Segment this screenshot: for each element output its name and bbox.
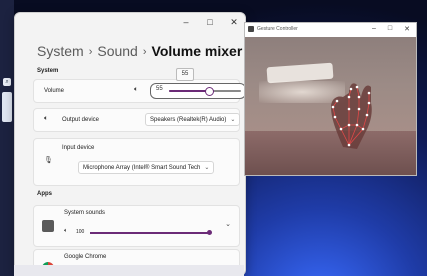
output-device-label: Output device <box>62 117 100 123</box>
app-volume-value: 100 <box>76 229 85 235</box>
gesture-controller-window: Gesture Controller – □ ✕ <box>244 22 417 176</box>
sidebar-nav-highlight[interactable] <box>2 92 12 122</box>
gesture-titlebar: Gesture Controller – □ ✕ <box>245 23 416 38</box>
output-device-value: Speakers (Realtek(R) Audio) <box>150 117 227 123</box>
window-controls: – □ ✕ <box>181 17 239 28</box>
breadcrumb-separator: › <box>88 46 93 58</box>
minimize-button[interactable]: – <box>372 25 376 33</box>
app-name: Google Chrome <box>64 254 107 260</box>
volume-tooltip: 55 <box>176 68 194 81</box>
microphone-icon: 🎙︎ <box>44 157 53 164</box>
breadcrumb-separator: › <box>142 46 147 58</box>
minimize-button[interactable]: – <box>181 17 191 28</box>
search-icon[interactable]: ⌕ <box>3 78 11 86</box>
section-label-apps: Apps <box>37 191 52 197</box>
chevron-down-icon: ⌄ <box>204 165 210 171</box>
volume-slider[interactable]: 55 <box>150 83 245 99</box>
section-label-system: System <box>37 68 59 74</box>
hand-landmarks-overlay <box>331 83 372 149</box>
input-device-value: Microphone Array (Intel® Smart Sound Tec… <box>83 165 201 171</box>
breadcrumb-sound[interactable]: Sound <box>97 43 137 59</box>
volume-value: 55 <box>156 86 163 92</box>
system-sounds-icon <box>42 220 54 232</box>
taskbar <box>14 265 244 276</box>
close-button[interactable]: ✕ <box>404 25 410 33</box>
volume-label: Volume <box>44 88 65 94</box>
volume-track[interactable] <box>169 87 241 96</box>
volume-card: Volume 🔈︎ 55 <box>33 79 245 103</box>
left-panel-strip: ⌕ <box>0 0 14 276</box>
app-volume-thumb[interactable] <box>207 230 212 235</box>
volume-fill <box>169 90 209 92</box>
gesture-window-title: Gesture Controller <box>257 26 298 32</box>
close-button[interactable]: ✕ <box>229 17 239 28</box>
page-title: Volume mixer <box>151 43 243 59</box>
breadcrumb-system[interactable]: System <box>37 43 84 59</box>
maximize-button[interactable]: □ <box>388 25 392 33</box>
speaker-output-icon: 🔈︎ <box>44 115 49 122</box>
speaker-icon[interactable]: 🔈︎ <box>134 86 138 94</box>
output-device-dropdown[interactable]: Speakers (Realtek(R) Audio) ⌄ <box>145 113 241 126</box>
app-card-system-sounds: System sounds 🔈︎ 100 ⌄ <box>33 205 240 247</box>
chevron-down-icon[interactable]: ⌄ <box>225 220 231 228</box>
input-device-card: 🎙︎ Input device Microphone Array (Intel®… <box>33 138 240 186</box>
volume-thumb[interactable] <box>204 87 214 96</box>
app-icon <box>248 26 254 32</box>
chevron-down-icon: ⌄ <box>230 117 236 123</box>
speaker-icon[interactable]: 🔈︎ <box>64 228 68 235</box>
settings-window: – □ ✕ System › Sound › Volume mixer System V… <box>14 12 246 276</box>
output-device-card: 🔈︎ Output device Speakers (Realtek(R) Au… <box>33 108 241 132</box>
app-volume-fill <box>90 232 210 234</box>
camera-feed <box>245 37 416 175</box>
breadcrumb: System › Sound › Volume mixer <box>37 43 242 59</box>
input-device-label: Input device <box>62 145 95 151</box>
app-volume-slider[interactable] <box>90 230 212 235</box>
gesture-window-controls: – □ ✕ <box>372 25 410 33</box>
app-name: System sounds <box>64 210 106 216</box>
maximize-button[interactable]: □ <box>205 17 215 28</box>
input-device-dropdown[interactable]: Microphone Array (Intel® Smart Sound Tec… <box>78 161 215 174</box>
